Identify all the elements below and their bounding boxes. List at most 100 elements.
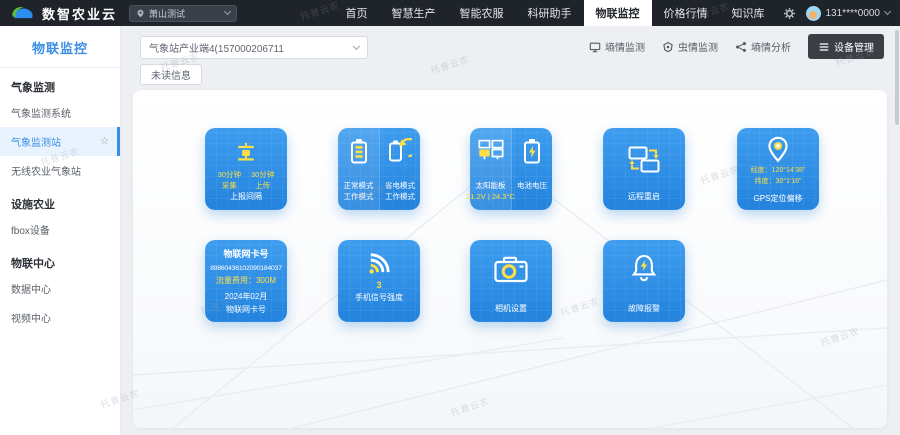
sidebar-item-fbox[interactable]: fbox设备 — [0, 215, 120, 244]
sidebar-item-label: 气象监测系统 — [11, 105, 112, 120]
share-icon — [735, 41, 747, 53]
mode-name: 省电模式 — [385, 181, 415, 192]
solar-panel-status[interactable]: 太阳能板 21.2V | 24.3°C — [470, 128, 511, 210]
sidebar-title: 物联监控 — [0, 26, 120, 68]
bell-icon — [631, 253, 657, 282]
card-fault-alarm[interactable]: 故障报警 — [603, 240, 685, 322]
mode-name: 正常模式 — [344, 181, 374, 192]
card-label: 物联网卡号 — [226, 304, 266, 315]
sidebar-item-data-center[interactable]: 数据中心 — [0, 274, 120, 303]
card-gps[interactable]: 经度：120°14'38" 纬度：30°1'16" GPS定位偏移 — [737, 128, 819, 210]
battery-save-icon — [388, 138, 412, 164]
topbar: 数智农业云 萧山测试 首页 智慧生产 智能农服 科研助手 物联监控 价格行情 知… — [0, 0, 900, 26]
content-panel: 30分钟 采集 30分钟 上传 上报间隔 正常模式 工作模式 — [133, 90, 887, 428]
card-remote-restart[interactable]: 远程重启 — [603, 128, 685, 210]
chevron-down-icon — [353, 42, 360, 49]
nav-price-market[interactable]: 价格行情 — [652, 0, 720, 26]
toolbar-button-label: 墒情监测 — [605, 39, 645, 54]
device-select-value: 气象站产业端4(157000206711 — [149, 40, 348, 55]
location-select[interactable]: 萧山测试 — [129, 5, 237, 22]
mode-label: 工作模式 — [385, 192, 415, 203]
sidebar-group-iot-center: 物联中心 — [0, 244, 120, 274]
battery-charge-icon — [523, 138, 541, 164]
top-navigation: 首页 智慧生产 智能农服 科研助手 物联监控 价格行情 知识库 — [334, 0, 777, 26]
battery-voltage-status[interactable]: 电池电压 — [511, 128, 552, 210]
card-label: GPS定位偏移 — [754, 193, 803, 204]
work-mode-normal[interactable]: 正常模式 工作模式 — [338, 128, 379, 210]
toolbar-button-label: 墒情分析 — [751, 39, 791, 54]
content-toolbar: 墒情监测 虫情监测 墒情分析 设备管理 — [589, 34, 884, 59]
remote-restart-icon — [628, 146, 660, 173]
monitor-icon — [589, 41, 601, 53]
solar-values: 21.2V | 24.3°C — [466, 192, 515, 203]
toolbar-button-label: 虫情监测 — [678, 39, 718, 54]
gps-longitude: 经度：120°14'38" — [751, 166, 806, 177]
interval-icon — [233, 141, 259, 165]
star-icon[interactable]: ☆ — [100, 136, 109, 147]
sidebar-item-video-center[interactable]: 视频中心 — [0, 303, 120, 332]
camera-icon — [494, 255, 528, 283]
work-mode-power-save[interactable]: 省电模式 工作模式 — [379, 128, 420, 210]
sidebar-item-label: 数据中心 — [11, 281, 112, 296]
sidebar-item-weather-station[interactable]: 气象监测站 ☆ — [0, 127, 120, 156]
upload-interval-label: 上传 — [255, 181, 270, 192]
brand-logo-icon — [8, 4, 36, 23]
sidebar: 物联监控 气象监测 气象监测系统 气象监测站 ☆ 无线农业气象站 设施农业 fb… — [0, 26, 121, 435]
upload-interval-value: 30分钟 — [251, 170, 274, 181]
toolbar-button-label: 设备管理 — [834, 39, 874, 54]
card-sim[interactable]: 物联网卡号 89860436102090184037 流量费用：300M 202… — [205, 240, 287, 322]
location-pin-icon — [136, 9, 145, 18]
sidebar-item-wireless-station[interactable]: 无线农业气象站 — [0, 156, 120, 185]
sidebar-item-label: 气象监测站 — [11, 134, 98, 149]
toolbar-device-management[interactable]: 设备管理 — [808, 34, 884, 59]
page: { "colors": { "accent": "#3a8ee6", "card… — [0, 0, 900, 435]
sim-month: 2024年02月 — [225, 291, 268, 302]
sidebar-item-label: 无线农业气象站 — [11, 163, 112, 178]
card-power-status: 太阳能板 21.2V | 24.3°C 电池电压 — [470, 128, 552, 210]
chevron-down-icon — [884, 8, 891, 15]
card-work-mode: 正常模式 工作模式 省电模式 工作模式 — [338, 128, 420, 210]
battery-icon — [349, 138, 369, 164]
avatar — [806, 6, 821, 21]
nav-smart-production[interactable]: 智慧生产 — [380, 0, 448, 26]
unread-messages-button[interactable]: 未读信息 — [140, 64, 202, 85]
card-signal[interactable]: 3 手机信号强度 — [338, 240, 420, 322]
nav-home[interactable]: 首页 — [334, 0, 380, 26]
settings-gear-icon[interactable] — [783, 7, 796, 20]
card-label: 故障报警 — [628, 303, 660, 314]
chevron-down-icon — [224, 8, 231, 15]
toolbar-insect-monitor[interactable]: 虫情监测 — [662, 39, 718, 54]
scrollbar-thumb[interactable] — [895, 30, 899, 125]
device-select[interactable]: 气象站产业端4(157000206711 — [140, 36, 368, 59]
battery-voltage-label: 电池电压 — [517, 181, 547, 192]
card-report-interval[interactable]: 30分钟 采集 30分钟 上传 上报间隔 — [205, 128, 287, 210]
brand[interactable]: 数智农业云 — [8, 4, 117, 23]
solar-label: 太阳能板 — [476, 181, 506, 192]
sim-card-title: 物联网卡号 — [223, 247, 268, 260]
mode-label: 工作模式 — [344, 192, 374, 203]
interval-values: 30分钟 采集 30分钟 上传 — [218, 170, 275, 191]
wifi-icon — [366, 250, 393, 277]
card-camera-settings[interactable]: 相机设置 — [470, 240, 552, 322]
gps-latitude: 纬度：30°1'16" — [754, 177, 801, 188]
user-menu[interactable]: 131****0000 — [806, 6, 891, 21]
toolbar-moisture-analysis[interactable]: 墒情分析 — [735, 39, 791, 54]
signal-value: 3 — [376, 280, 381, 290]
location-pin-icon — [767, 136, 789, 163]
gps-coordinates: 经度：120°14'38" 纬度：30°1'16" — [751, 166, 806, 187]
list-icon — [818, 41, 830, 53]
location-select-value: 萧山测试 — [149, 7, 221, 20]
card-label: 相机设置 — [495, 303, 527, 314]
collect-interval-label: 采集 — [222, 181, 237, 192]
nav-smart-agservice[interactable]: 智能农服 — [448, 0, 516, 26]
nav-research-assistant[interactable]: 科研助手 — [516, 0, 584, 26]
card-label: 手机信号强度 — [355, 292, 403, 303]
collect-interval-value: 30分钟 — [218, 170, 241, 181]
nav-knowledge-base[interactable]: 知识库 — [720, 0, 777, 26]
bug-icon — [662, 41, 674, 53]
card-label: 上报间隔 — [230, 191, 262, 202]
toolbar-soil-moisture-monitor[interactable]: 墒情监测 — [589, 39, 645, 54]
sidebar-item-weather-system[interactable]: 气象监测系统 — [0, 98, 120, 127]
vertical-scrollbar[interactable] — [894, 26, 900, 435]
nav-iot-monitoring[interactable]: 物联监控 — [584, 0, 652, 26]
